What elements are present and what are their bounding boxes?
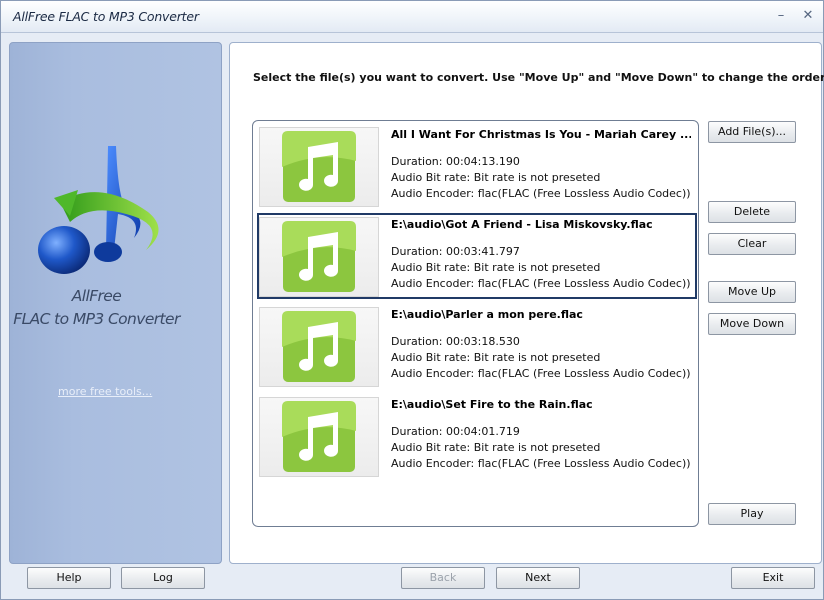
file-encoder: Audio Encoder: flac(FLAC (Free Lossless … [391, 367, 691, 380]
main-panel: Select the file(s) you want to convert. … [229, 42, 824, 564]
file-bitrate: Audio Bit rate: Bit rate is not preseted [391, 261, 601, 274]
clear-button[interactable]: Clear [708, 233, 796, 255]
file-info: E:\audio\Set Fire to the Rain.flac Durat… [391, 398, 691, 472]
exit-button[interactable]: Exit [731, 567, 815, 589]
file-item[interactable]: E:\audio\Parler a mon pere.flac Duration… [257, 303, 697, 389]
file-thumbnail [259, 397, 379, 477]
app-logo-icon [38, 146, 159, 274]
file-thumbnail [259, 127, 379, 207]
file-info: E:\audio\Got A Friend - Lisa Miskovsky.f… [391, 218, 691, 292]
file-info: All I Want For Christmas Is You - Mariah… [391, 128, 691, 202]
file-name: All I Want For Christmas Is You - Mariah… [391, 128, 691, 141]
file-bitrate: Audio Bit rate: Bit rate is not preseted [391, 171, 601, 184]
file-encoder: Audio Encoder: flac(FLAC (Free Lossless … [391, 457, 691, 470]
sidebar-product-name: AllFree [71, 287, 122, 305]
move-down-button[interactable]: Move Down [708, 313, 796, 335]
sidebar-product-name-2: FLAC to MP3 Converter [13, 310, 180, 328]
app-window: AllFree FLAC to MP3 Converter – ✕ AllFre… [0, 0, 824, 600]
file-encoder: Audio Encoder: flac(FLAC (Free Lossless … [391, 277, 691, 290]
file-item-selected[interactable]: E:\audio\Got A Friend - Lisa Miskovsky.f… [257, 213, 697, 299]
file-name: E:\audio\Set Fire to the Rain.flac [391, 398, 593, 411]
next-button[interactable]: Next [496, 567, 580, 589]
file-duration: Duration: 00:04:01.719 [391, 425, 520, 438]
music-note-icon [282, 401, 356, 472]
file-bitrate: Audio Bit rate: Bit rate is not preseted [391, 351, 601, 364]
delete-button[interactable]: Delete [708, 201, 796, 223]
window-title: AllFree FLAC to MP3 Converter [13, 9, 199, 24]
file-duration: Duration: 00:04:13.190 [391, 155, 520, 168]
file-thumbnail [259, 217, 379, 297]
file-name: E:\audio\Got A Friend - Lisa Miskovsky.f… [391, 218, 653, 231]
file-encoder: Audio Encoder: flac(FLAC (Free Lossless … [391, 187, 691, 200]
music-note-icon [282, 221, 356, 292]
more-free-tools-link[interactable]: more free tools... [58, 385, 152, 398]
file-duration: Duration: 00:03:41.797 [391, 245, 520, 258]
sidebar-panel: AllFree FLAC to MP3 Converter more free … [9, 42, 222, 564]
close-icon[interactable]: ✕ [798, 7, 818, 25]
log-button[interactable]: Log [121, 567, 205, 589]
instruction-text: Select the file(s) you want to convert. … [253, 71, 824, 84]
minimize-icon[interactable]: – [771, 7, 791, 25]
music-note-icon [282, 311, 356, 382]
file-bitrate: Audio Bit rate: Bit rate is not preseted [391, 441, 601, 454]
back-button[interactable]: Back [401, 567, 485, 589]
footer-bar: Help Log Back Next Exit [1, 566, 823, 600]
file-name: E:\audio\Parler a mon pere.flac [391, 308, 583, 321]
file-thumbnail [259, 307, 379, 387]
title-bar[interactable]: AllFree FLAC to MP3 Converter – ✕ [1, 1, 823, 33]
music-note-icon [282, 131, 356, 202]
file-item[interactable]: All I Want For Christmas Is You - Mariah… [257, 123, 697, 209]
play-button[interactable]: Play [708, 503, 796, 525]
file-info: E:\audio\Parler a mon pere.flac Duration… [391, 308, 691, 382]
add-files-button[interactable]: Add File(s)... [708, 121, 796, 143]
file-list[interactable]: All I Want For Christmas Is You - Mariah… [252, 120, 699, 527]
help-button[interactable]: Help [27, 567, 111, 589]
file-duration: Duration: 00:03:18.530 [391, 335, 520, 348]
move-up-button[interactable]: Move Up [708, 281, 796, 303]
file-item[interactable]: E:\audio\Set Fire to the Rain.flac Durat… [257, 393, 697, 479]
